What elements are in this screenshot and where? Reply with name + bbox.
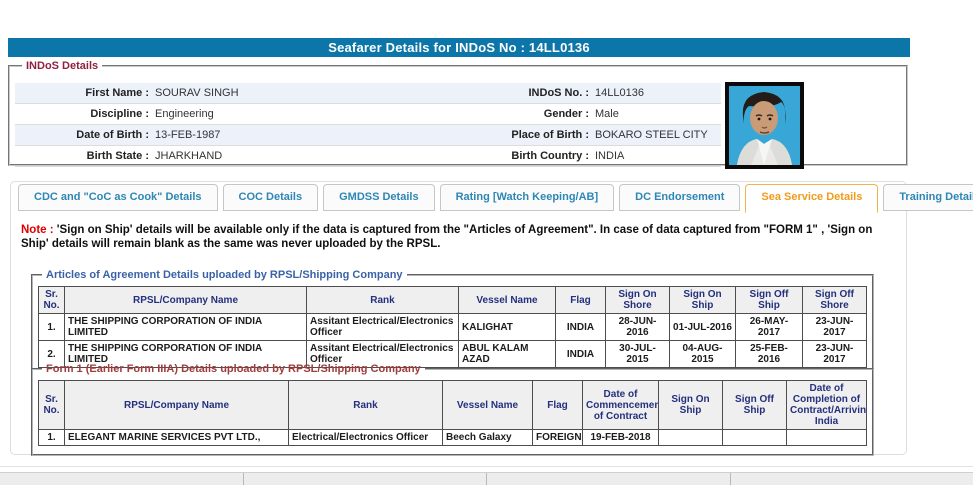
col-rpsl-company-name: RPSL/Company Name — [64, 380, 289, 430]
form1-details-table: Sr. No. RPSL/Company Name Rank Vessel Na… — [38, 380, 867, 446]
indos-details-fieldset: INDoS Details First Name : SOURAV SINGH … — [8, 60, 908, 169]
detail-row: Discipline : Engineering Gender : Male — [15, 104, 721, 125]
tab-dc-endorsement[interactable]: DC Endorsement — [619, 184, 741, 211]
col-rank: Rank — [306, 286, 459, 314]
col-flag: Flag — [555, 286, 606, 314]
col-sign-off-ship: Sign Off Ship — [735, 286, 803, 314]
cell-company: ELEGANT MARINE SERVICES PVT LTD., — [64, 429, 289, 446]
cell-flag: INDIA — [555, 313, 606, 341]
cell-sr-no: 1. — [38, 313, 65, 341]
birth-country-value: INDIA — [595, 150, 625, 162]
birth-country-label: Birth Country : — [511, 150, 589, 162]
tab-training-details[interactable]: Training Details — [883, 184, 973, 211]
col-date-of-commencement: Date of Commencement of Contract — [582, 380, 659, 430]
col-sign-off-shore: Sign Off Shore — [802, 286, 867, 314]
gender-value: Male — [595, 108, 619, 120]
col-sr-no: Sr. No. — [38, 380, 65, 430]
footer-divider — [0, 466, 973, 467]
discipline-label: Discipline : — [90, 108, 149, 120]
table-row: 1. THE SHIPPING CORPORATION OF INDIA LIM… — [38, 313, 867, 341]
place-of-birth-label: Place of Birth : — [511, 129, 589, 141]
tab-rating-watch-keeping-ab[interactable]: Rating [Watch Keeping/AB] — [439, 184, 615, 211]
detail-row: Birth State : JHARKHAND Birth Country : … — [15, 146, 721, 167]
indos-no-value: 14LL0136 — [595, 87, 644, 99]
tab-cdc-coc-as-cook-details[interactable]: CDC and "CoC as Cook" Details — [18, 184, 218, 211]
cell-sign-off-ship: 26-MAY-2017 — [735, 313, 803, 341]
col-sr-no: Sr. No. — [38, 286, 65, 314]
cell-flag: FOREIGN — [532, 429, 583, 446]
articles-of-agreement-legend: Articles of Agreement Details uploaded b… — [46, 269, 403, 281]
tab-sea-service-details[interactable]: Sea Service Details — [745, 184, 879, 213]
articles-of-agreement-table: Sr. No. RPSL/Company Name Rank Vessel Na… — [38, 286, 867, 368]
indos-no-label: INDoS No. : — [528, 87, 590, 99]
discipline-value: Engineering — [155, 108, 214, 120]
footer-strip — [0, 472, 973, 485]
footer-cell — [244, 473, 487, 485]
col-rank: Rank — [288, 380, 443, 430]
tab-content-panel: CDC and "CoC as Cook" Details COC Detail… — [10, 181, 973, 456]
first-name-value: SOURAV SINGH — [155, 87, 239, 99]
table-header-row: Sr. No. RPSL/Company Name Rank Vessel Na… — [38, 286, 867, 314]
indos-detail-rows: First Name : SOURAV SINGH INDoS No. : 14… — [15, 83, 721, 167]
cell-sign-on-ship — [658, 429, 723, 446]
birth-state-value: JHARKHAND — [155, 150, 223, 162]
cell-date-of-completion — [786, 429, 867, 446]
date-of-birth-label: Date of Birth : — [76, 129, 149, 141]
col-vessel-name: Vessel Name — [458, 286, 556, 314]
seafarer-photo — [725, 82, 804, 169]
footer-cell — [487, 473, 731, 485]
date-of-birth-value: 13-FEB-1987 — [155, 129, 221, 141]
indos-details-legend: INDoS Details — [26, 60, 99, 72]
articles-of-agreement-fieldset: Articles of Agreement Details uploaded b… — [31, 269, 874, 378]
cell-sign-on-shore: 28-JUN-2016 — [605, 313, 670, 341]
footer-cell — [731, 473, 973, 485]
footer-cell — [0, 473, 244, 485]
cell-sign-on-ship: 01-JUL-2016 — [669, 313, 736, 341]
col-date-of-completion: Date of Completion of Contract/Arriving … — [786, 380, 867, 430]
cell-vessel: KALIGHAT — [458, 313, 556, 341]
tab-gmdss-details[interactable]: GMDSS Details — [323, 184, 435, 211]
table-row: 1. ELEGANT MARINE SERVICES PVT LTD., Ele… — [38, 429, 867, 446]
col-rpsl-company-name: RPSL/Company Name — [64, 286, 307, 314]
cell-date-of-commencement: 19-FEB-2018 — [582, 429, 659, 446]
col-flag: Flag — [532, 380, 583, 430]
cell-rank: Assitant Electrical/Electronics Officer — [306, 313, 459, 341]
table-header-row: Sr. No. RPSL/Company Name Rank Vessel Na… — [38, 380, 867, 430]
col-sign-off-ship: Sign Off Ship — [722, 380, 787, 430]
sign-on-ship-note: Note : 'Sign on Ship' details will be av… — [21, 223, 901, 251]
seafarer-details-page: Seafarer Details for INDoS No : 14LL0136… — [0, 0, 973, 485]
tab-coc-details[interactable]: COC Details — [222, 184, 319, 211]
note-text: 'Sign on Ship' details will be available… — [21, 224, 873, 250]
cell-sr-no: 1. — [38, 429, 65, 446]
cell-sign-off-shore: 23-JUN-2017 — [802, 313, 867, 341]
col-sign-on-ship: Sign On Ship — [669, 286, 736, 314]
note-prefix: Note : — [21, 224, 54, 236]
col-vessel-name: Vessel Name — [442, 380, 533, 430]
birth-state-label: Birth State : — [86, 150, 149, 162]
col-sign-on-shore: Sign On Shore — [605, 286, 670, 314]
cell-rank: Electrical/Electronics Officer — [288, 429, 443, 446]
tab-bar: CDC and "CoC as Cook" Details COC Detail… — [18, 184, 973, 213]
form1-details-legend: Form 1 (Earlier Form IIIA) Details uploa… — [46, 363, 421, 375]
col-sign-on-ship: Sign On Ship — [658, 380, 723, 430]
detail-row: First Name : SOURAV SINGH INDoS No. : 14… — [15, 83, 721, 104]
cell-sign-off-ship — [722, 429, 787, 446]
cell-vessel: Beech Galaxy — [442, 429, 533, 446]
page-title: Seafarer Details for INDoS No : 14LL0136 — [8, 38, 910, 57]
cell-company: THE SHIPPING CORPORATION OF INDIA LIMITE… — [64, 313, 307, 341]
form1-details-fieldset: Form 1 (Earlier Form IIIA) Details uploa… — [31, 363, 874, 456]
gender-label: Gender : — [543, 108, 589, 120]
first-name-label: First Name : — [85, 87, 149, 99]
place-of-birth-value: BOKARO STEEL CITY — [595, 129, 708, 141]
detail-row: Date of Birth : 13-FEB-1987 Place of Bir… — [15, 125, 721, 146]
